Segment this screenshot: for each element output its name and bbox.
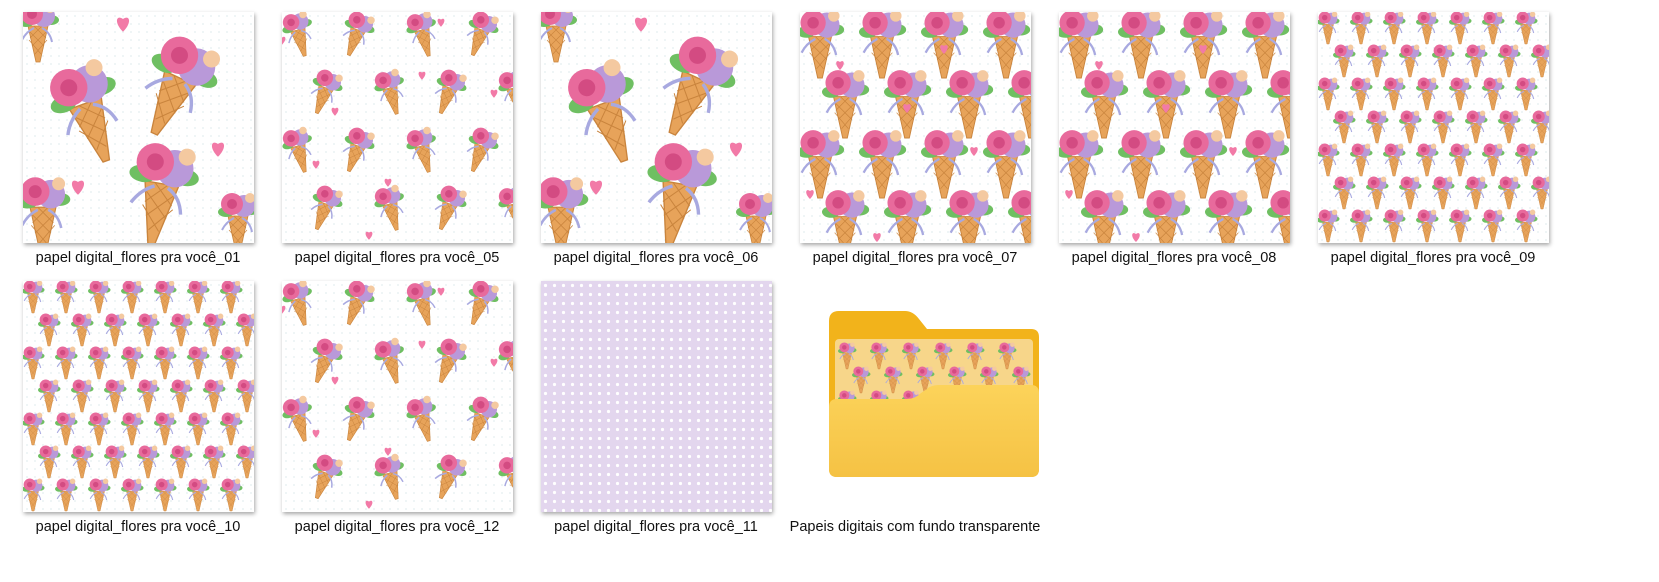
file-name-label: papel digital_flores pra você_09	[1330, 250, 1536, 266]
pattern-thumbnail-icon	[282, 12, 513, 243]
pattern-thumbnail-icon	[1059, 12, 1290, 243]
pattern-thumbnail-icon	[23, 281, 254, 512]
pattern-thumbnail-icon	[282, 281, 513, 512]
file-name-label: papel digital_flores pra você_10	[35, 519, 241, 535]
file-name-label: papel digital_flores pra você_01	[35, 250, 241, 266]
folder-item[interactable]: Papeis digitais com fundo transparente	[789, 281, 1041, 551]
polka-dot-thumbnail-icon	[541, 281, 772, 512]
folder-name-label: Papeis digitais com fundo transparente	[789, 519, 1041, 535]
pattern-thumbnail-icon	[23, 12, 254, 243]
pattern-thumbnail-icon	[541, 12, 772, 243]
file-grid: papel digital_flores pra você_01 papel d…	[0, 0, 1659, 582]
file-name-label: papel digital_flores pra você_12	[294, 519, 500, 535]
file-item[interactable]: papel digital_flores pra você_08	[1048, 12, 1300, 282]
file-item[interactable]: papel digital_flores pra você_05	[271, 12, 523, 282]
pattern-thumbnail-icon	[541, 12, 772, 243]
file-item[interactable]: papel digital_flores pra você_11	[530, 281, 782, 551]
folder-icon	[827, 309, 1041, 479]
file-name-label: papel digital_flores pra você_07	[812, 250, 1018, 266]
file-item[interactable]: papel digital_flores pra você_01	[12, 12, 264, 282]
file-item[interactable]: papel digital_flores pra você_07	[789, 12, 1041, 282]
file-name-label: papel digital_flores pra você_11	[554, 519, 758, 535]
folder-icon	[829, 311, 1039, 477]
file-name-label: papel digital_flores pra você_05	[294, 250, 500, 266]
pattern-thumbnail-icon	[800, 12, 1031, 243]
file-name-label: papel digital_flores pra você_08	[1071, 250, 1277, 266]
pattern-thumbnail-icon	[1318, 12, 1549, 243]
pattern-thumbnail-icon	[1318, 12, 1549, 243]
polka-dot-thumbnail-icon	[541, 281, 772, 512]
pattern-thumbnail-icon	[23, 12, 254, 243]
file-item[interactable]: papel digital_flores pra você_12	[271, 281, 523, 551]
file-item[interactable]: papel digital_flores pra você_09	[1307, 12, 1559, 282]
pattern-thumbnail-icon	[282, 281, 513, 512]
pattern-thumbnail-icon	[23, 281, 254, 512]
file-item[interactable]: papel digital_flores pra você_10	[12, 281, 264, 551]
pattern-thumbnail-icon	[282, 12, 513, 243]
file-name-label: papel digital_flores pra você_06	[553, 250, 759, 266]
file-item[interactable]: papel digital_flores pra você_06	[530, 12, 782, 282]
pattern-thumbnail-icon	[1059, 12, 1290, 243]
pattern-thumbnail-icon	[800, 12, 1031, 243]
